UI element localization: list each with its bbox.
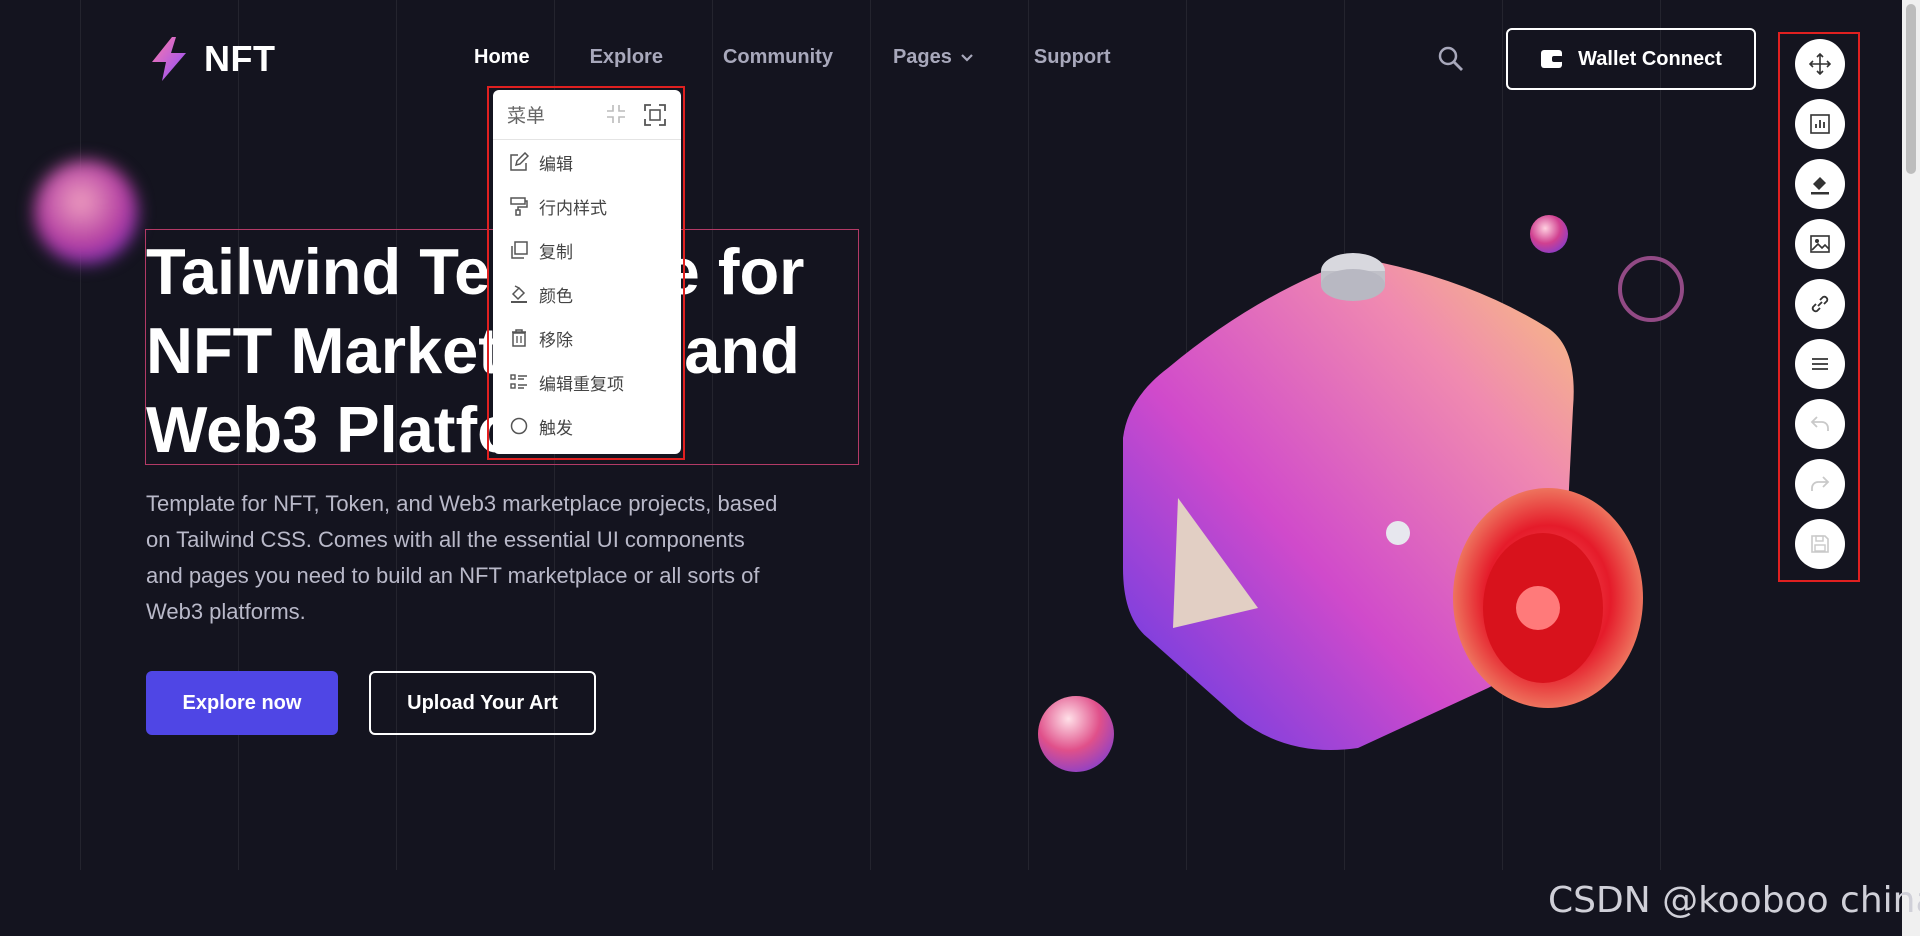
lightning-logo-icon [152, 37, 186, 81]
trash-icon [512, 329, 526, 347]
select-parent-icon[interactable] [643, 103, 667, 127]
hero-description: Template for NFT, Token, and Web3 market… [146, 491, 778, 624]
menu-item-edit-repeat[interactable]: 编辑重复项 [493, 360, 681, 404]
nav-home[interactable]: Home [474, 46, 530, 69]
menu-item-inline-style[interactable]: 行内样式 [493, 184, 681, 228]
menu-button[interactable] [1795, 339, 1845, 389]
scrollbar-thumb[interactable] [1906, 4, 1916, 174]
menu-header: 菜单 [493, 90, 681, 140]
menu-item-remove[interactable]: 移除 [493, 316, 681, 360]
paint-roller-icon [510, 197, 528, 216]
main-nav: Home Explore Community Pages Support [474, 46, 1111, 69]
context-menu: 菜单 编辑 行内样式 复制 颜色 移除 编辑重复项 触发 [493, 90, 681, 454]
nav-community[interactable]: Community [723, 46, 833, 69]
site-logo[interactable]: NFT [148, 36, 275, 82]
chevron-down-icon [961, 53, 973, 62]
circle-icon [510, 417, 528, 435]
copy-icon [511, 241, 528, 259]
save-icon [1811, 535, 1829, 553]
menu-title: 菜单 [507, 105, 546, 127]
decorative-orb [34, 160, 138, 264]
fill-color-icon [1811, 177, 1829, 195]
search-icon[interactable] [1438, 46, 1464, 77]
undo-icon [1810, 416, 1829, 431]
chart-icon [1810, 114, 1830, 134]
chart-button[interactable] [1795, 99, 1845, 149]
upload-art-button[interactable]: Upload Your Art [369, 671, 596, 735]
wallet-icon [1541, 50, 1564, 68]
edit-icon [510, 152, 529, 171]
redo-button[interactable] [1795, 459, 1845, 509]
color-button[interactable] [1795, 159, 1845, 209]
collapse-icon[interactable] [605, 103, 627, 125]
move-icon [1809, 53, 1831, 75]
nav-explore[interactable]: Explore [590, 46, 663, 69]
image-button[interactable] [1795, 219, 1845, 269]
explore-now-button[interactable]: Explore now [146, 671, 338, 735]
watermark-text: CSDN @kooboo china [1548, 880, 1920, 921]
move-button[interactable] [1795, 39, 1845, 89]
hero-illustration [1123, 253, 1643, 750]
link-icon [1811, 295, 1829, 313]
decorative-orb [1038, 696, 1114, 772]
link-button[interactable] [1795, 279, 1845, 329]
save-button[interactable] [1795, 519, 1845, 569]
list-icon [510, 374, 527, 389]
menu-item-copy[interactable]: 复制 [493, 228, 681, 272]
nav-pages[interactable]: Pages [893, 46, 974, 69]
nav-support[interactable]: Support [1034, 46, 1111, 69]
wallet-connect-button[interactable]: Wallet Connect [1506, 28, 1756, 90]
menu-item-edit[interactable]: 编辑 [493, 140, 681, 184]
undo-button[interactable] [1795, 399, 1845, 449]
fill-color-icon [511, 285, 527, 303]
logo-text: NFT [204, 38, 276, 79]
redo-icon [1811, 476, 1830, 491]
menu-item-color[interactable]: 颜色 [493, 272, 681, 316]
menu-item-trigger[interactable]: 触发 [493, 404, 681, 448]
image-icon [1810, 235, 1830, 253]
menu-icon [1812, 358, 1828, 370]
